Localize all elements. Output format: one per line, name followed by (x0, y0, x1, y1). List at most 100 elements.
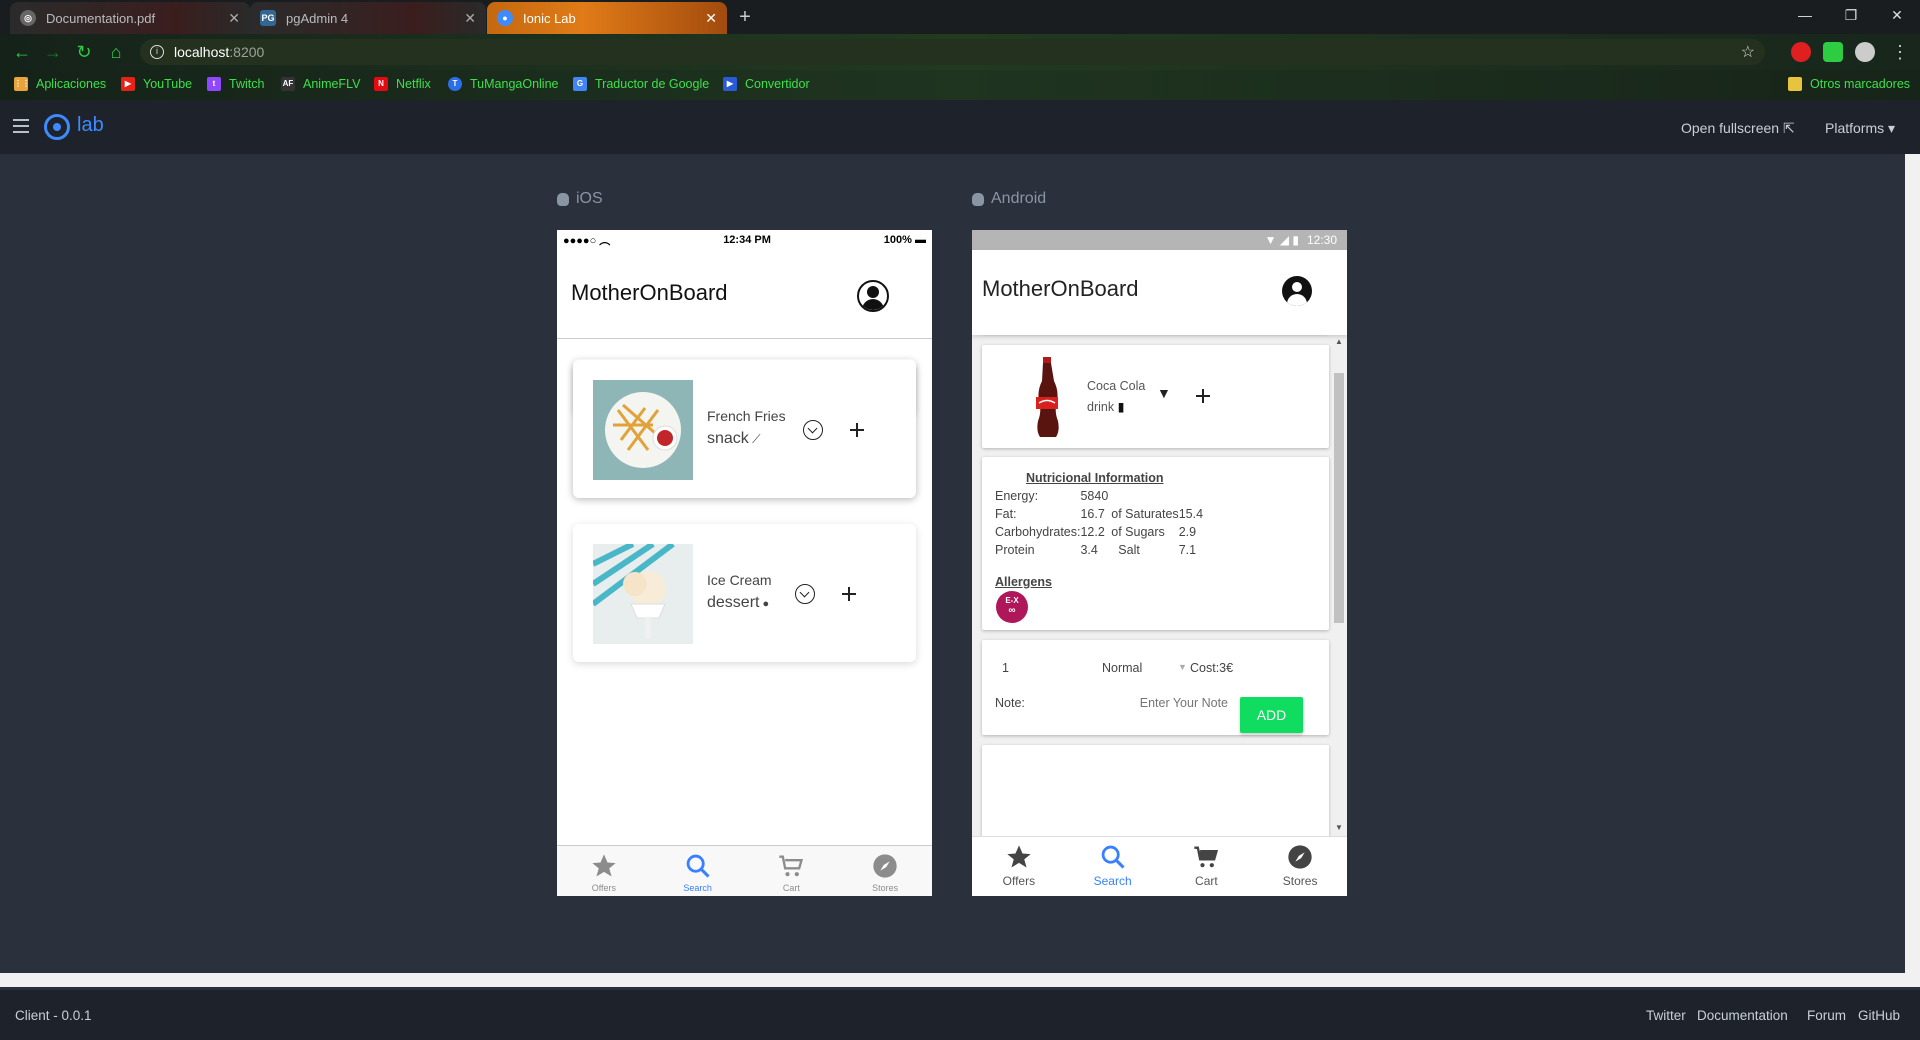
tab-stores[interactable]: Stores (1253, 837, 1347, 896)
minimize-button[interactable]: — (1782, 0, 1828, 30)
footer-link-forum[interactable]: Forum (1807, 1008, 1846, 1023)
nutrient-value2: 2.9 (1178, 525, 1197, 539)
content-scrollbar[interactable]: ▲ ▼ (1332, 335, 1344, 836)
tab-offers[interactable]: Offers (972, 837, 1066, 896)
add-item-button[interactable] (842, 587, 856, 601)
ice-cream-card[interactable]: Ice Cream dessert ● (573, 524, 916, 662)
android-time: 12:30 (1306, 233, 1337, 247)
bookmark-aplicaciones[interactable]: ⋮⋮ Aplicaciones (14, 77, 106, 91)
android-tab-bar: Offers Search Cart Stores (972, 836, 1347, 896)
ionic-icon: ● (497, 10, 513, 26)
reload-icon[interactable]: ↻ (74, 42, 94, 62)
footer-link-documentation[interactable]: Documentation (1697, 1008, 1788, 1023)
next-card (982, 745, 1329, 836)
scrollbar-thumb[interactable] (1334, 373, 1344, 623)
netflix-icon: N (374, 77, 388, 91)
menu-icon[interactable] (13, 119, 29, 133)
tab-ionic-lab[interactable]: ● Ionic Lab ✕ (487, 2, 727, 34)
bookmark-netflix[interactable]: N Netflix (374, 77, 431, 91)
nutrition-heading: Nutricional Information (1026, 471, 1164, 485)
dropdown-caret-button[interactable]: ▼ (1157, 385, 1171, 401)
extension-adblock-icon[interactable] (1791, 42, 1811, 62)
bookmark-youtube[interactable]: ▶ YouTube (121, 77, 192, 91)
nutrient-label: Fat: (995, 507, 1017, 521)
open-fullscreen-link[interactable]: Open fullscreen ⇱ (1681, 120, 1795, 137)
close-icon[interactable]: ✕ (464, 10, 476, 27)
cart-icon (779, 855, 804, 877)
product-name: Coca Cola (1087, 379, 1146, 393)
info-icon[interactable]: i (150, 45, 164, 59)
nutrient-value2: 15.4 (1178, 507, 1204, 521)
footer-link-github[interactable]: GitHub (1858, 1008, 1900, 1023)
tab-offers[interactable]: Offers (557, 846, 651, 896)
tab-documentation[interactable]: ◎ Documentation.pdf ✕ (10, 2, 250, 34)
product-card[interactable]: Coca Cola drink ▮ ▼ (982, 345, 1329, 448)
ionic-logo-icon (44, 114, 70, 140)
android-platform-label: Android (972, 190, 1046, 208)
google-translate-icon: G (573, 77, 587, 91)
close-window-button[interactable]: ✕ (1874, 0, 1920, 30)
extension-headphones-icon[interactable] (1855, 42, 1875, 62)
profile-icon[interactable] (857, 280, 889, 312)
add-product-button[interactable] (1196, 389, 1210, 403)
close-icon[interactable]: ✕ (705, 10, 717, 27)
add-button[interactable]: ADD (1240, 697, 1303, 733)
nutrient-label: Carbohydrates: (995, 525, 1081, 539)
profile-icon[interactable] (1282, 276, 1312, 306)
bookmark-convertidor[interactable]: ▶ Convertidor (723, 77, 810, 91)
android-header: MotherOnBoard (972, 250, 1347, 335)
nutrition-card: Nutricional Information Energy: 5840 Fat… (982, 457, 1329, 630)
add-item-button[interactable] (850, 423, 864, 437)
restore-button[interactable]: ❐ (1828, 0, 1874, 30)
tab-stores[interactable]: Stores (838, 846, 932, 896)
french-fries-card[interactable]: French Fries snack ⟋ (573, 360, 916, 498)
menu-dots-icon[interactable]: ⋮ (1890, 42, 1910, 62)
tab-title: Documentation.pdf (46, 10, 156, 26)
bookmark-traductor[interactable]: G Traductor de Google (573, 77, 709, 91)
tab-search[interactable]: Search (1066, 837, 1160, 896)
nutrient-value: 3.4 (1080, 543, 1098, 557)
item-category: snack ⟋ (707, 430, 761, 447)
bookmark-animeflv[interactable]: AF AnimeFLV (281, 77, 360, 91)
footer-link-twitter[interactable]: Twitter (1646, 1008, 1686, 1023)
extension-puzzle-icon[interactable] (1823, 42, 1843, 62)
note-input[interactable] (1082, 692, 1232, 714)
tab-pgadmin[interactable]: PG pgAdmin 4 ✕ (250, 2, 486, 34)
size-select[interactable]: Normal (1102, 661, 1142, 675)
expand-chevron-button[interactable] (803, 420, 823, 440)
bookmark-twitch[interactable]: t Twitch (207, 77, 264, 91)
close-icon[interactable]: ✕ (228, 10, 240, 27)
quantity-select[interactable]: 1 (1002, 661, 1009, 675)
platforms-dropdown[interactable]: Platforms ▾ (1825, 120, 1895, 137)
bookmark-label: AnimeFLV (303, 77, 361, 91)
page-title: MotherOnBoard (571, 280, 728, 305)
bookmark-label: Twitch (229, 77, 265, 91)
note-label: Note: (995, 696, 1025, 710)
bookmark-tumangaonline[interactable]: T TuMangaOnline (448, 77, 558, 91)
apps-grid-icon: ⋮⋮ (14, 77, 30, 91)
tab-title: pgAdmin 4 (286, 10, 349, 26)
ice-cream-image (593, 544, 693, 644)
bookmark-label: Aplicaciones (36, 77, 107, 91)
animeflv-icon: AF (281, 77, 295, 91)
caret-down-icon[interactable]: ▼ (1178, 662, 1187, 672)
tab-cart[interactable]: Cart (1160, 837, 1254, 896)
scroll-up-arrow[interactable]: ▲ (1335, 337, 1343, 346)
bookmark-other-folder[interactable]: Otros marcadores (1788, 77, 1910, 91)
platforms-label: Platforms (1825, 120, 1885, 136)
forward-icon[interactable]: → (43, 42, 63, 62)
page-horizontal-scrollbar[interactable] (0, 973, 1920, 987)
url-input[interactable]: i localhost:8200 ☆ (140, 39, 1765, 65)
home-icon[interactable]: ⌂ (106, 42, 126, 62)
expand-chevron-button[interactable] (795, 584, 815, 604)
item-name: French Fries (707, 408, 786, 424)
allergens-heading: Allergens (995, 575, 1052, 589)
tab-cart[interactable]: Cart (745, 846, 839, 896)
scroll-down-arrow[interactable]: ▼ (1335, 823, 1343, 832)
back-icon[interactable]: ← (12, 42, 32, 62)
bookmark-label: YouTube (143, 77, 193, 91)
tab-search[interactable]: Search (651, 846, 745, 896)
new-tab-button[interactable]: + (733, 6, 757, 30)
bookmark-star-icon[interactable]: ☆ (1741, 42, 1755, 62)
page-vertical-scrollbar[interactable] (1905, 154, 1920, 973)
